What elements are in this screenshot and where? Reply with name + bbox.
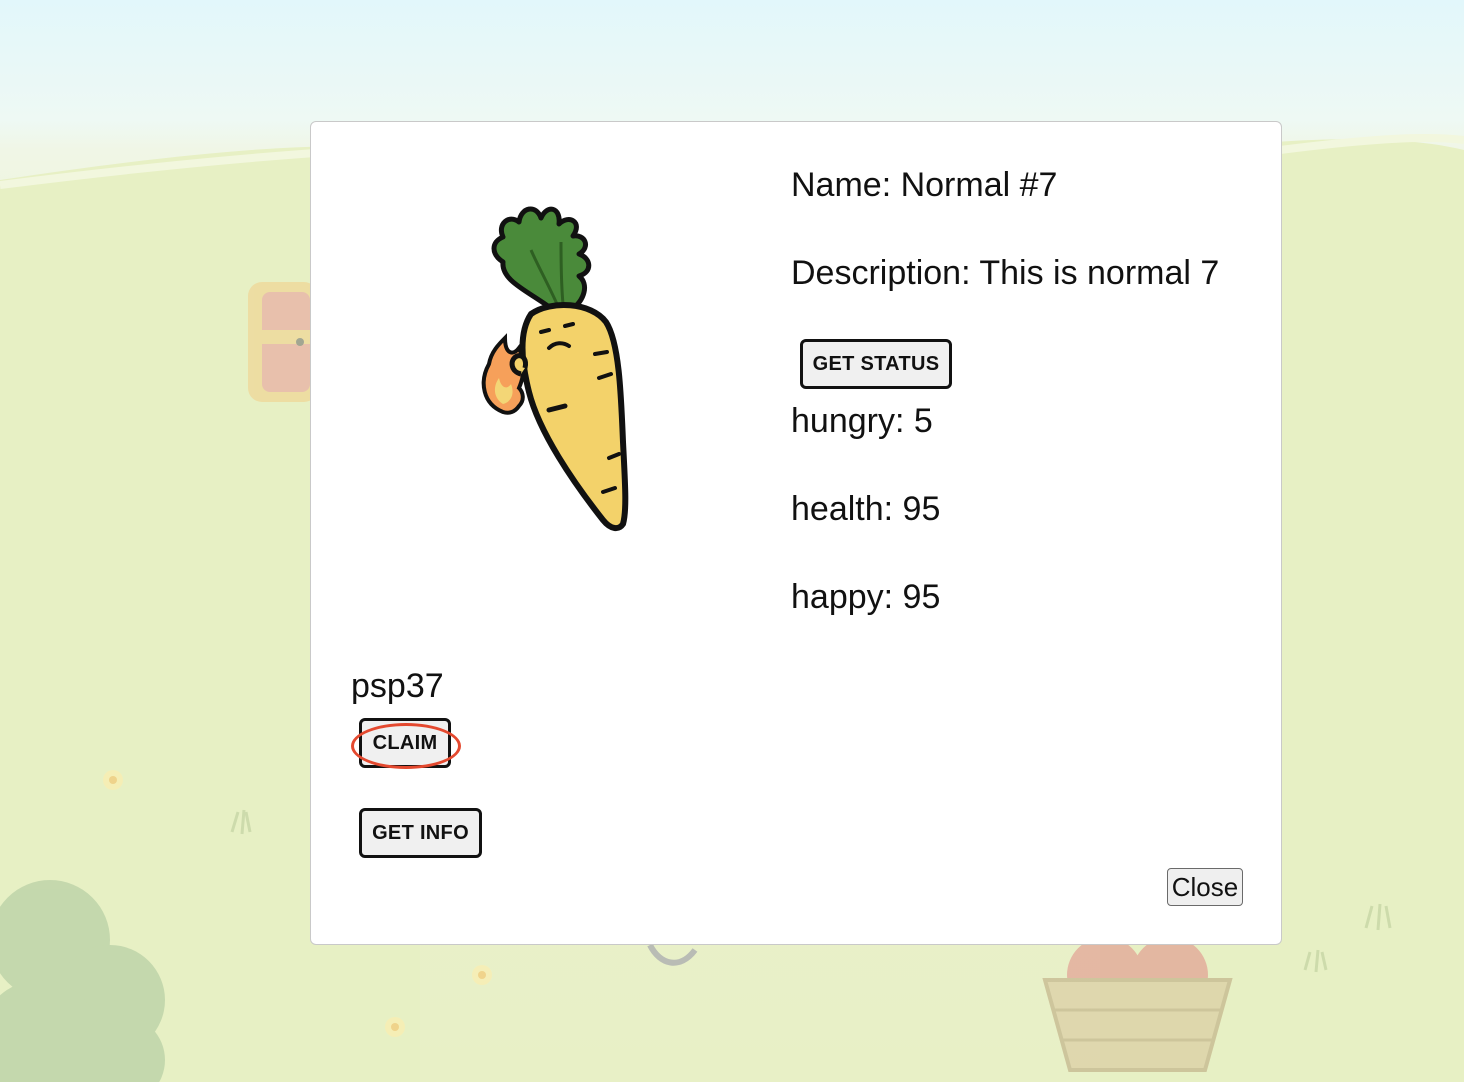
token-standard-label: psp37	[351, 667, 444, 705]
claim-button[interactable]: CLAIM	[359, 718, 451, 768]
pet-detail-modal: Name: Normal #7 Description: This is nor…	[310, 121, 1282, 945]
close-button[interactable]: Close	[1167, 868, 1243, 906]
tool-handle-icon	[647, 943, 698, 966]
game-screen: Name: Normal #7 Description: This is nor…	[0, 0, 1464, 1082]
get-status-button[interactable]: GET STATUS	[800, 339, 952, 389]
stat-health: health: 95	[791, 490, 941, 528]
pet-name: Name: Normal #7	[791, 166, 1058, 204]
get-info-button[interactable]: GET INFO	[359, 808, 482, 858]
pet-description: Description: This is normal 7	[791, 254, 1220, 292]
stat-hungry: hungry: 5	[791, 402, 933, 440]
apple-basket-icon	[1042, 937, 1233, 1072]
carrot-character-icon	[481, 206, 629, 532]
treasure-chest-icon	[248, 282, 318, 402]
stat-happy: happy: 95	[791, 578, 941, 616]
